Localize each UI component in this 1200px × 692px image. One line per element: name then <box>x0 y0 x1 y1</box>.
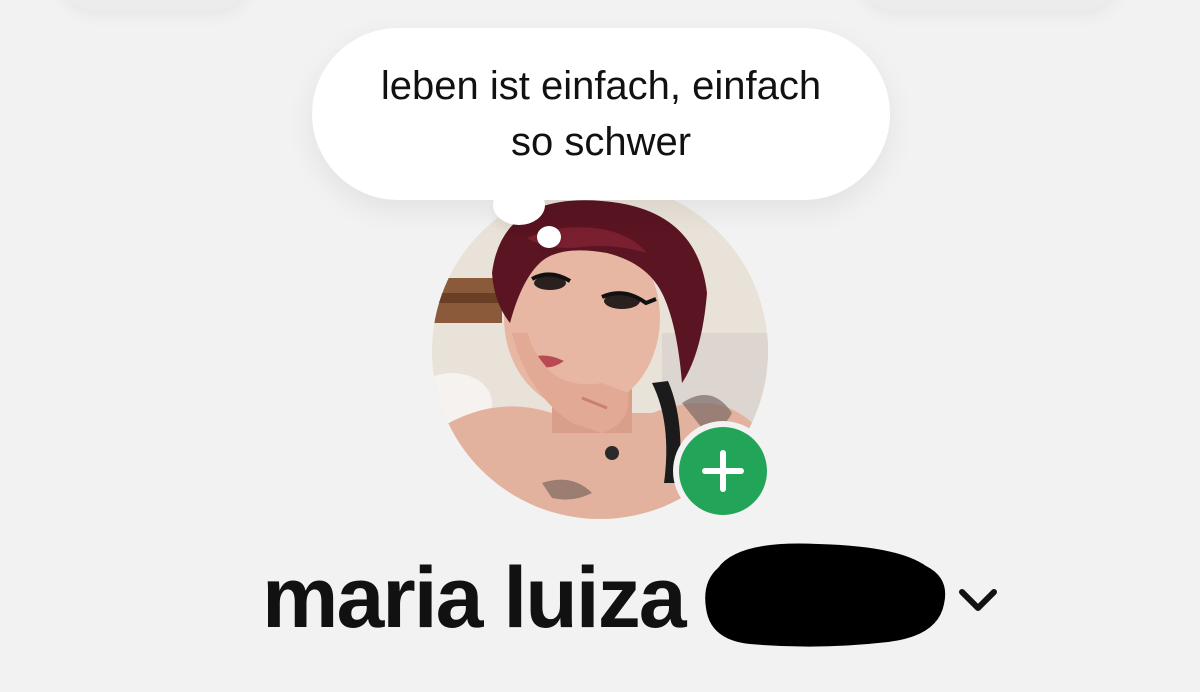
add-story-button[interactable] <box>673 421 773 521</box>
top-left-button[interactable] <box>60 0 250 10</box>
thought-bubble-dot-small <box>537 226 561 248</box>
profile-name: maria luiza <box>262 550 687 646</box>
note-bubble[interactable]: leben ist einfach, einfach so schwer <box>312 28 890 200</box>
top-right-button[interactable] <box>860 0 1120 10</box>
add-story-circle <box>679 427 767 515</box>
chevron-down-icon[interactable] <box>956 584 1000 616</box>
plus-icon <box>702 450 744 492</box>
thought-bubble-dot-large <box>493 185 545 225</box>
note-text: leben ist einfach, einfach so schwer <box>380 64 822 164</box>
profile-name-row[interactable]: maria luiza <box>262 548 687 648</box>
redaction-scribble <box>705 543 946 647</box>
